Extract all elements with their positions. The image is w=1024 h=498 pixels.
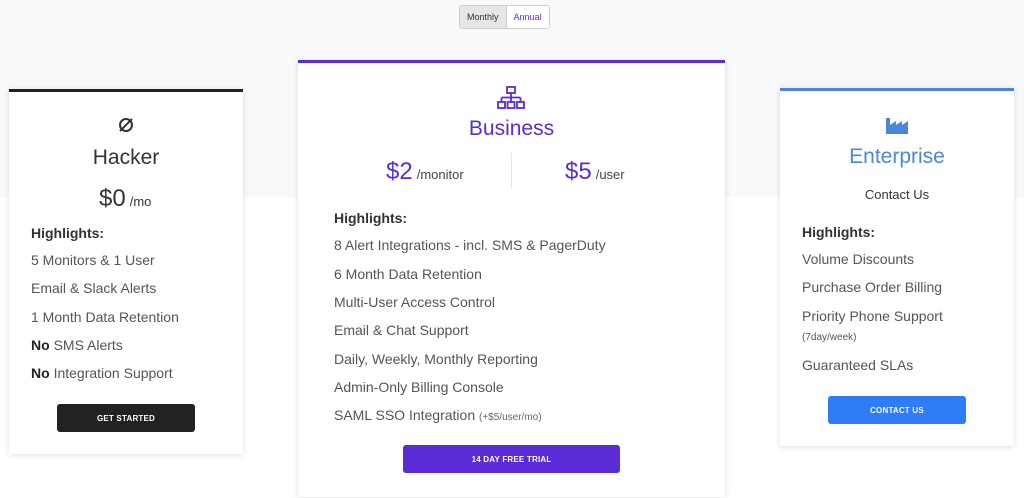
get-started-button[interactable]: GET STARTED (57, 404, 195, 432)
price-divider (511, 153, 512, 189)
feature-text: Integration Support (53, 365, 173, 381)
feature-item: Guaranteed SLAs (802, 357, 914, 373)
feature-text: SAML SSO Integration (334, 407, 476, 423)
feature-item: No SMS Alerts (31, 337, 123, 353)
monthly-toggle-button[interactable]: Monthly (460, 6, 507, 28)
plan-card-business: Business $2/monitor $5/user Highlights: … (298, 60, 725, 497)
org-chart-icon (497, 86, 525, 109)
factory-icon (886, 118, 908, 134)
contact-us-text: Contact Us (864, 187, 930, 202)
price-per-user: $5/user (565, 158, 625, 186)
contact-us-button[interactable]: CONTACT US (828, 396, 966, 424)
price-value: $0 (99, 185, 126, 212)
highlights-heading: Highlights: (334, 210, 408, 226)
free-trial-button[interactable]: 14 DAY FREE TRIAL (403, 445, 620, 473)
price-value: $5 (565, 158, 592, 185)
feature-item: Purchase Order Billing (802, 279, 943, 295)
feature-item: 5 Monitors & 1 User (31, 252, 155, 268)
feature-item: Admin-Only Billing Console (334, 379, 504, 395)
no-label: No (31, 365, 50, 381)
feature-note: (7day/week) (802, 332, 857, 343)
feature-item: Multi-User Access Control (334, 294, 496, 310)
feature-item: No Integration Support (31, 365, 173, 381)
price-note: (+$5/user/mo) (479, 412, 542, 423)
price-unit: /mo (129, 194, 152, 209)
plan-card-hacker: Hacker $0/mo Highlights: 5 Monitors & 1 … (9, 89, 243, 454)
no-label: No (31, 337, 50, 353)
price-unit: /user (595, 167, 625, 182)
annual-toggle-button[interactable]: Annual (507, 6, 549, 28)
feature-text: SMS Alerts (53, 337, 123, 353)
highlights-heading: Highlights: (31, 225, 105, 241)
feature-item: 1 Month Data Retention (31, 309, 179, 325)
feature-item: 8 Alert Integrations - incl. SMS & Pager… (334, 237, 606, 253)
feature-item: Email & Chat Support (334, 322, 469, 338)
plan-name: Hacker (92, 146, 160, 169)
price-per-monitor: $2/monitor (386, 158, 464, 186)
feature-item: Volume Discounts (802, 251, 915, 267)
plan-card-enterprise: Enterprise Contact Us Highlights: Volume… (780, 88, 1014, 446)
plan-name: Enterprise (849, 145, 945, 168)
price-value: $2 (386, 158, 413, 185)
feature-item: 6 Month Data Retention (334, 266, 482, 282)
feature-item: Daily, Weekly, Monthly Reporting (334, 351, 538, 367)
ring-icon (119, 118, 133, 132)
billing-toggle[interactable]: Monthly Annual (459, 5, 550, 29)
price: $0/mo (99, 185, 151, 213)
highlights-heading: Highlights: (802, 224, 876, 240)
feature-item: SAML SSO Integration (+$5/user/mo) (334, 407, 542, 423)
feature-item: Email & Slack Alerts (31, 280, 157, 296)
feature-item: Priority Phone Support (802, 308, 943, 324)
plan-name: Business (468, 117, 555, 140)
price-unit: /monitor (416, 167, 464, 182)
